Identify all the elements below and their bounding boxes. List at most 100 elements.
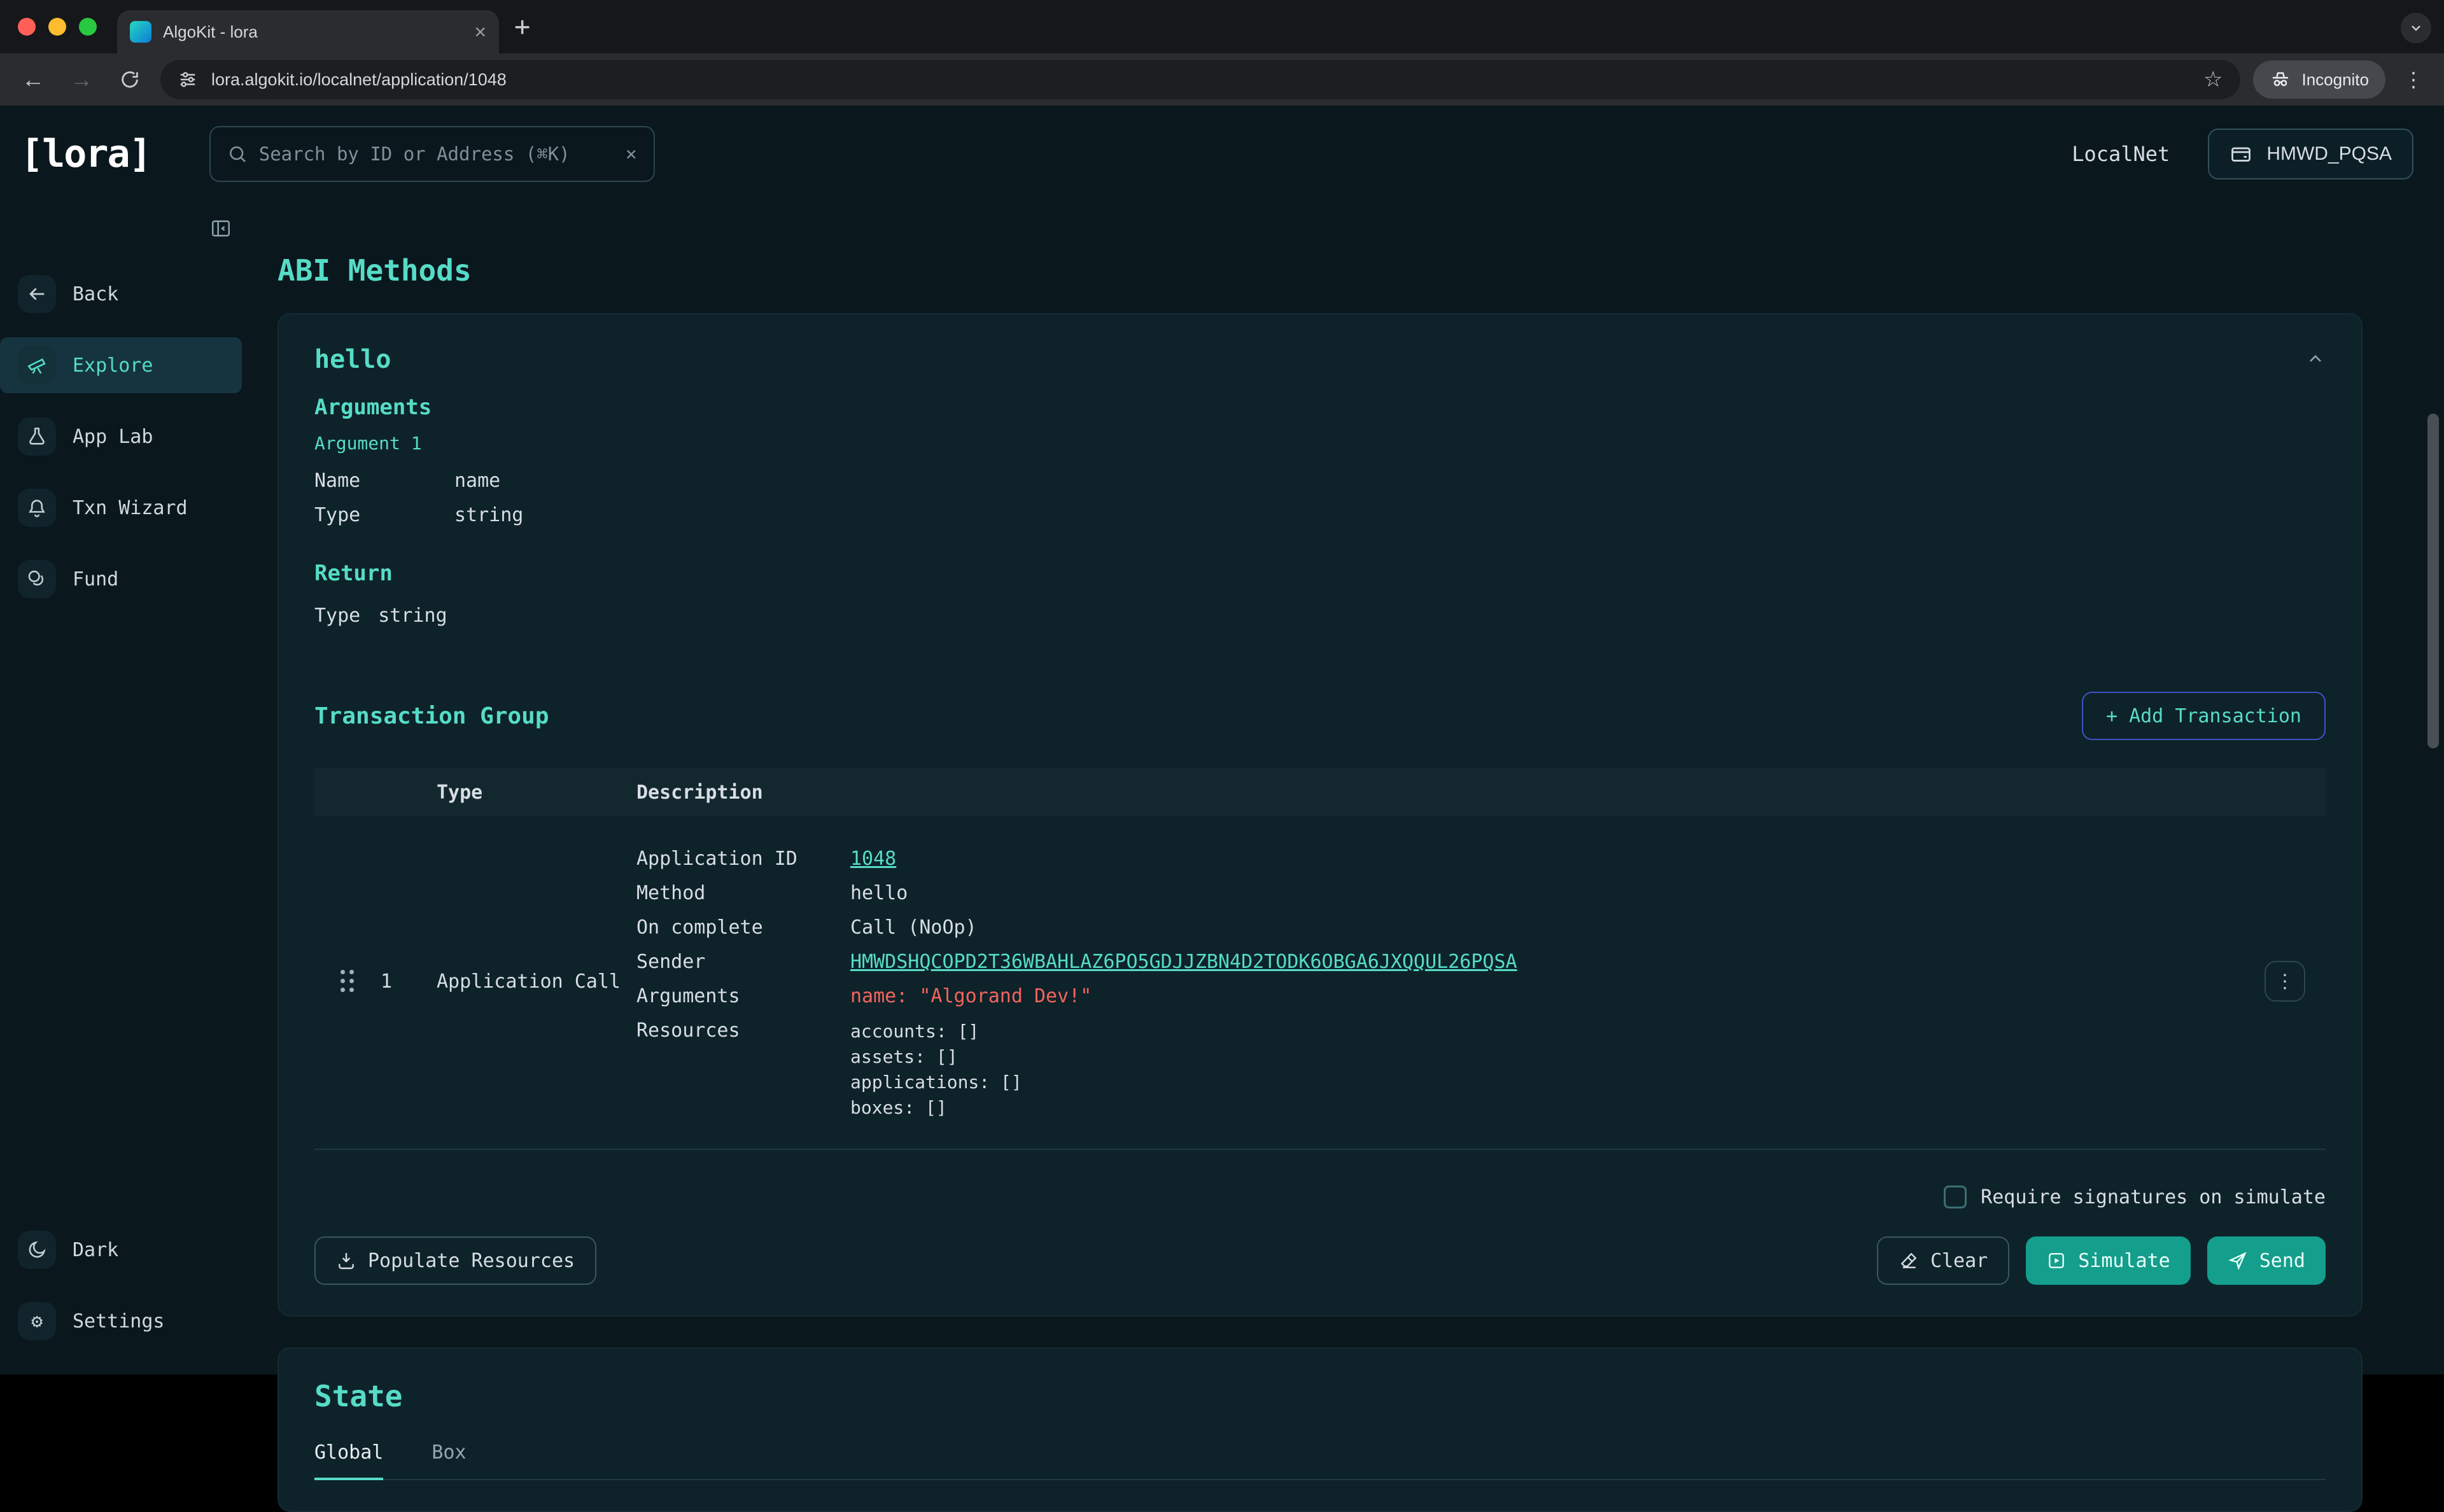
tab-strip: AlgoKit - lora × + [0,0,2444,53]
sidebar-item-label: Dark [73,1239,118,1261]
coins-icon [18,560,56,598]
state-card: State Global Box [277,1347,2363,1512]
wallet-label: HMWD_PQSA [2266,143,2392,165]
app-header: [lora] × LocalNet HMWD_PQSA [0,106,2444,202]
argument-name-label: Name [314,464,454,498]
sidebar-item-settings[interactable]: ⚙ Settings [0,1293,242,1349]
eraser-icon [1899,1250,1919,1271]
sidebar-collapse-button[interactable] [210,218,232,239]
argument-1-label: Argument 1 [314,433,2326,454]
resources-values: accounts: [] assets: [] applications: []… [850,1014,1022,1121]
telescope-icon [18,346,56,384]
require-signatures-checkbox[interactable] [1944,1186,1967,1208]
send-icon [2228,1250,2248,1271]
transaction-description: Application ID 1048 Method hello On comp… [636,842,2244,1121]
sidebar-item-theme-dark[interactable]: Dark [0,1222,242,1278]
tab-favicon-icon [130,21,151,43]
sidebar-item-fund[interactable]: Fund [0,551,242,607]
reload-button[interactable] [112,62,148,97]
return-type-value: string [378,599,447,633]
tab-title: AlgoKit - lora [163,22,463,42]
table-header: Type Description [314,768,2326,816]
traffic-lights [0,18,117,36]
window-minimize-button[interactable] [48,18,66,36]
tab-box[interactable]: Box [432,1441,466,1479]
new-tab-button[interactable]: + [514,13,530,40]
search-box[interactable]: × [209,126,655,182]
add-transaction-button[interactable]: + Add Transaction [2082,692,2326,740]
tab-global[interactable]: Global [314,1441,383,1480]
browser-tab[interactable]: AlgoKit - lora × [117,10,499,53]
wallet-icon [2230,143,2252,165]
sidebar-footer: Dark ⚙ Settings [0,1222,249,1349]
table-row[interactable]: 1 Application Call Application ID 1048 M… [314,816,2326,1150]
browser-menu-button[interactable]: ⋮ [2398,67,2429,92]
sidebar-item-back[interactable]: Back [0,266,242,322]
sidebar-item-label: App Lab [73,426,153,448]
url-text[interactable]: lora.algokit.io/localnet/application/104… [211,70,2189,90]
drag-handle-icon[interactable] [341,970,355,993]
browser-toolbar: ← → lora.algokit.io/localnet/application… [0,53,2444,106]
transaction-table: Type Description 1 Application Call Appl… [314,768,2326,1150]
arguments-title: Arguments [314,395,2326,420]
incognito-badge: Incognito [2253,60,2385,99]
sidebar-item-label: Back [73,283,118,305]
bookmark-star-icon[interactable]: ☆ [2203,67,2223,92]
site-settings-icon [178,70,197,89]
chevron-down-icon [2408,20,2424,36]
browser-window: { "browser": { "tab_title": "AlgoKit - l… [0,0,2444,1375]
back-arrow-icon [18,275,56,313]
back-button[interactable]: ← [15,62,51,97]
sidebar-item-explore[interactable]: Explore [0,337,242,393]
signature-option-row: Require signatures on simulate [314,1186,2326,1208]
moon-icon [18,1231,56,1269]
return-type-label: Type [314,599,360,633]
transaction-group-title: Transaction Group [314,703,549,729]
field-arguments: Arguments name: "Algorand Dev!" [636,979,2244,1014]
incognito-label: Incognito [2301,70,2369,90]
chevron-up-icon[interactable] [2305,349,2326,370]
column-header-type: Type [437,781,636,804]
simulate-button[interactable]: Simulate [2026,1236,2191,1285]
action-buttons: Populate Resources Clear Simulate [314,1236,2326,1285]
lora-logo[interactable]: [lora] [20,132,151,176]
collapse-panel-icon [210,218,232,239]
search-icon [227,144,248,164]
sidebar-item-label: Txn Wizard [73,497,188,519]
url-bar[interactable]: lora.algokit.io/localnet/application/104… [160,60,2240,99]
tab-close-icon[interactable]: × [474,22,486,42]
state-tabs: Global Box [314,1441,2326,1480]
sender-address-link[interactable]: HMWDSHQCOPD2T36WBAHLAZ6PO5GDJJZBN4D2TODK… [850,945,1517,979]
sidebar-item-app-lab[interactable]: App Lab [0,409,242,465]
reload-icon [119,69,141,90]
search-input[interactable] [259,143,614,165]
network-label[interactable]: LocalNet [2072,142,2170,166]
forward-button[interactable]: → [64,62,99,97]
clear-button[interactable]: Clear [1877,1236,2009,1285]
application-id-link[interactable]: 1048 [850,842,896,876]
right-action-buttons: Clear Simulate Send [1877,1236,2326,1285]
populate-resources-button[interactable]: Populate Resources [314,1236,596,1285]
sidebar-item-txn-wizard[interactable]: Txn Wizard [0,480,242,536]
download-icon [336,1250,356,1271]
tab-search-button[interactable] [2401,13,2431,43]
wallet-button[interactable]: HMWD_PQSA [2208,129,2413,179]
argument-value: name: "Algorand Dev!" [850,979,1092,1014]
argument-name-value: name [454,464,500,498]
method-header[interactable]: hello [314,345,2326,374]
field-sender: Sender HMWDSHQCOPD2T36WBAHLAZ6PO5GDJJZBN… [636,945,2244,979]
incognito-icon [2270,69,2291,90]
argument-type-value: string [454,498,523,533]
sidebar-item-label: Fund [73,568,118,591]
page-title: ABI Methods [277,253,2363,288]
app-body: Back Explore App Lab [0,202,2444,1375]
transaction-type: Application Call [437,970,636,993]
window-close-button[interactable] [18,18,36,36]
method-name: hello [314,345,391,374]
search-clear-icon[interactable]: × [626,143,637,165]
send-button[interactable]: Send [2207,1236,2326,1285]
window-zoom-button[interactable] [79,18,97,36]
flask-icon [18,417,56,456]
page-scrollbar-thumb[interactable] [2427,414,2439,748]
row-menu-button[interactable]: ⋮ [2265,961,2305,1002]
